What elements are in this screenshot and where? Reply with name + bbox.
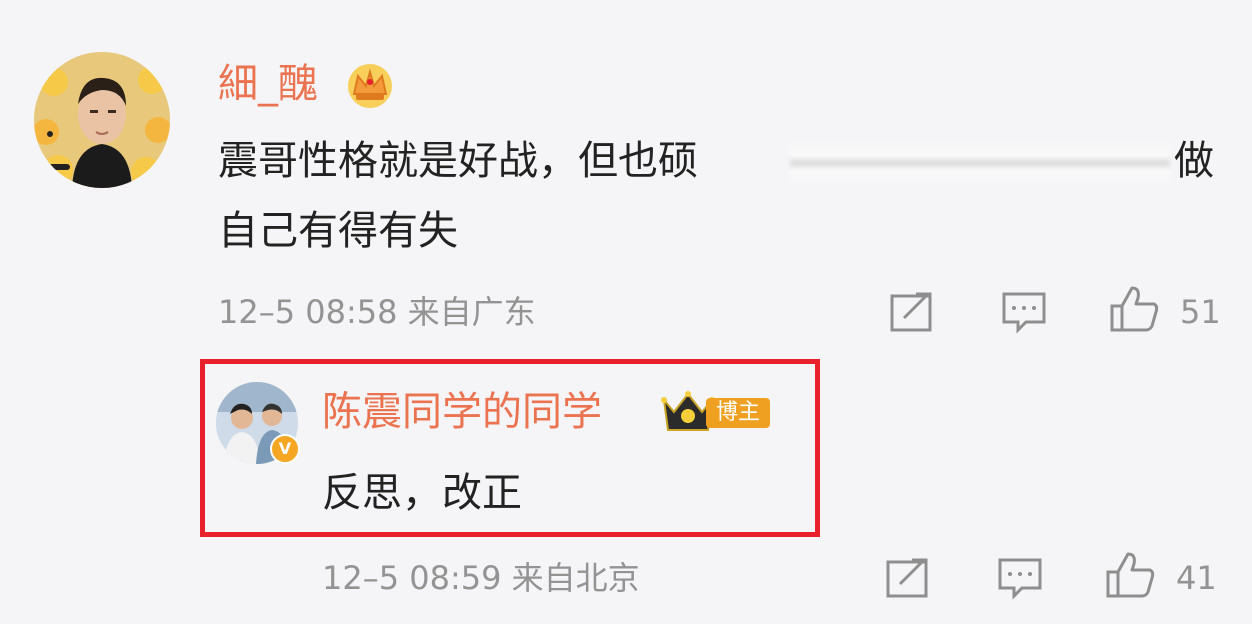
redacted-text bbox=[790, 140, 1170, 186]
host-badge: 博主 bbox=[706, 398, 771, 428]
thumbs-up-icon[interactable] bbox=[1108, 284, 1162, 334]
comment-icon[interactable] bbox=[996, 556, 1044, 600]
verified-badge: V bbox=[270, 434, 300, 464]
reply-username[interactable]: 陈震同学的同学 bbox=[322, 388, 602, 436]
avatar-image bbox=[34, 52, 170, 188]
like-count: 41 bbox=[1176, 559, 1217, 597]
reply-text: 反思，改正 bbox=[322, 470, 522, 516]
share-icon[interactable] bbox=[888, 290, 936, 334]
comment-meta: 12–5 08:58 来自广东 bbox=[218, 293, 536, 331]
like-count: 51 bbox=[1180, 293, 1221, 331]
reply-avatar[interactable]: V bbox=[216, 382, 300, 464]
comment-icon[interactable] bbox=[1000, 290, 1048, 334]
reply-meta: 12–5 08:59 来自北京 bbox=[322, 559, 640, 597]
comment-username[interactable]: 細_醜 bbox=[218, 60, 318, 108]
comment-text-line2: 自己有得有失 bbox=[218, 208, 458, 254]
thumbs-up-icon[interactable] bbox=[1104, 550, 1158, 600]
comment-text-end: 做 bbox=[1174, 138, 1214, 184]
avatar[interactable] bbox=[34, 52, 170, 188]
crown-icon bbox=[348, 64, 392, 108]
comment-thread: 細_醜 震哥性格就是好战，但也硕 做 自己有得有失 12–5 08:58 来自广… bbox=[0, 0, 1252, 624]
share-icon[interactable] bbox=[884, 556, 932, 600]
comment-text: 震哥性格就是好战，但也硕 bbox=[218, 138, 698, 184]
